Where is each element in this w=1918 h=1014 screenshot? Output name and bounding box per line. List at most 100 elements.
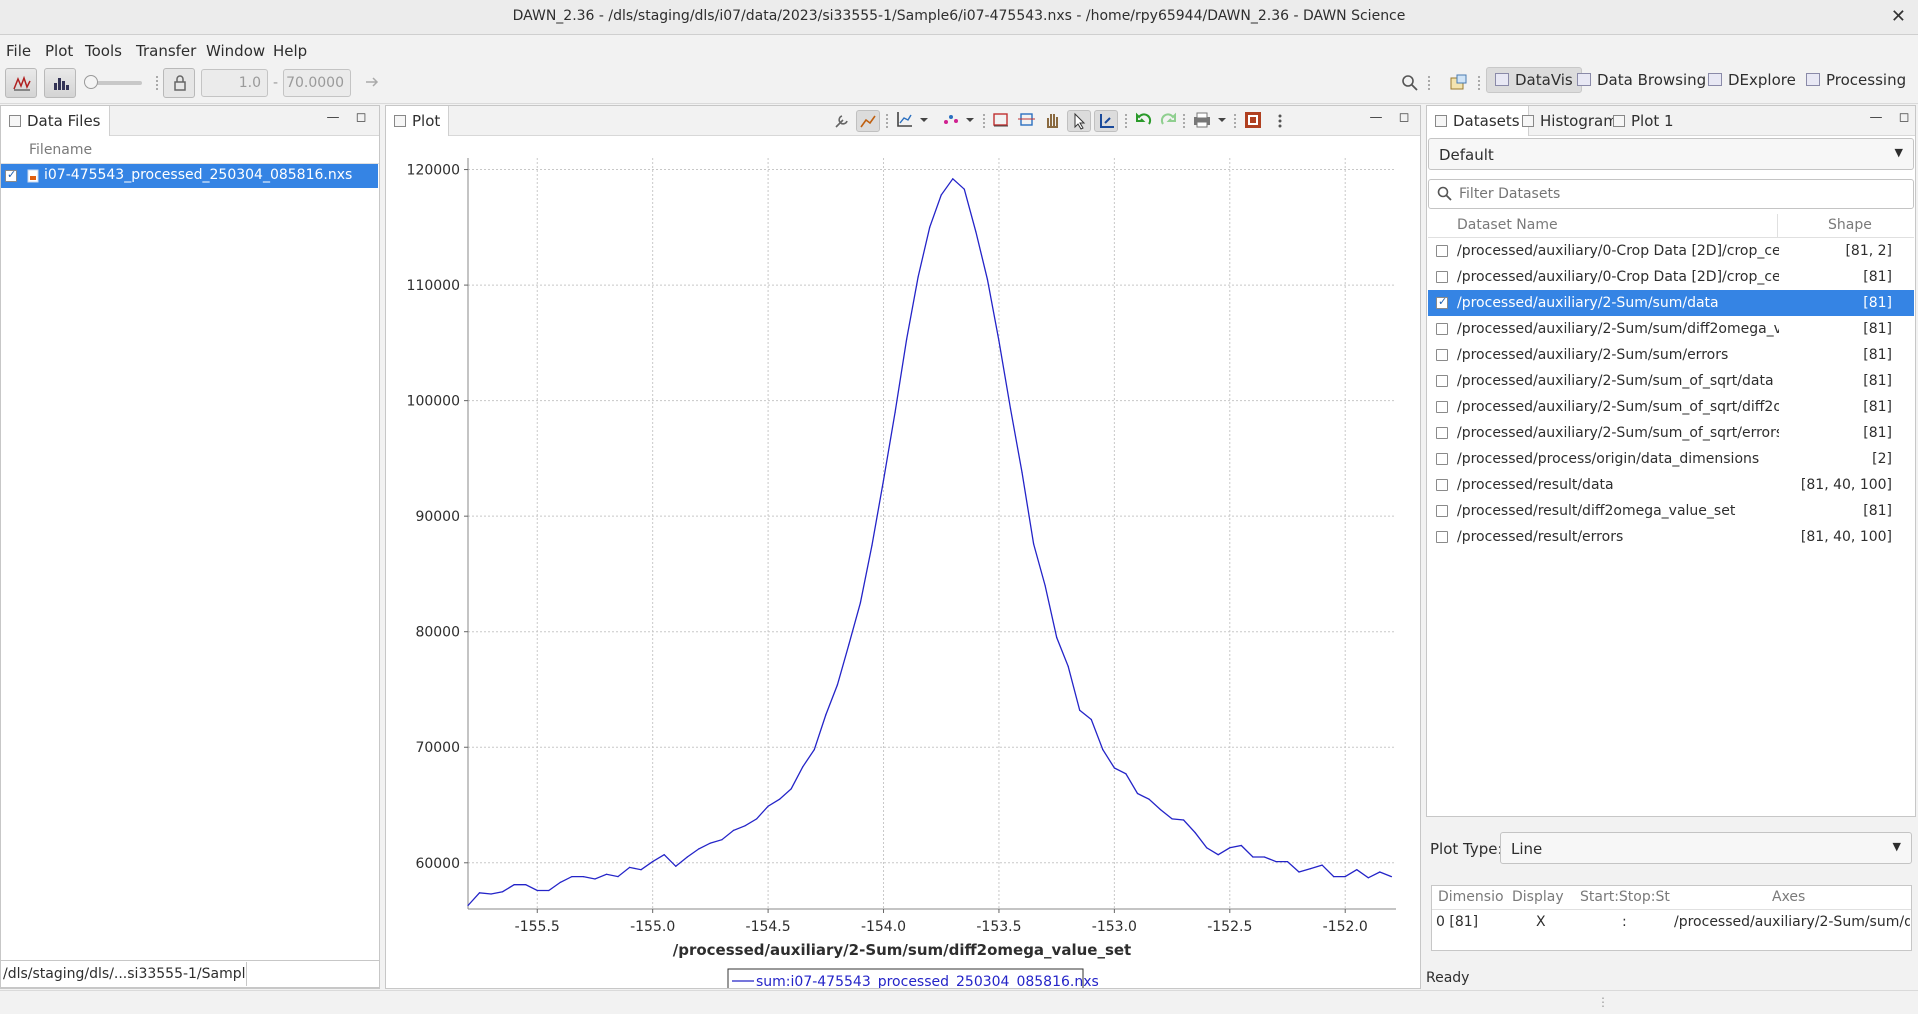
maximize-icon[interactable]: ◻: [354, 111, 368, 126]
lock-button[interactable]: [163, 68, 195, 98]
line-plot-toggle-button[interactable]: [5, 68, 37, 98]
filename-column-header[interactable]: Filename: [29, 142, 92, 164]
dataset-row[interactable]: /processed/result/errors [81, 40, 100]: [1428, 524, 1914, 550]
data-point: [836, 684, 838, 686]
marker-style-icon[interactable]: [941, 110, 977, 134]
data-point: [582, 876, 584, 878]
perspective-dexplore[interactable]: DExplore: [1708, 71, 1796, 89]
dimension-row[interactable]: 0 [81] X : /processed/auxiliary/2-Sum/su…: [1432, 910, 1911, 934]
start-stop-column-header[interactable]: Start:Stop:St: [1580, 889, 1672, 911]
range-max-input[interactable]: 70.0000: [283, 69, 351, 97]
menu-file[interactable]: File: [6, 42, 31, 60]
datasets-panel-header: Datasets Histogram Plot 1 — ◻: [1427, 106, 1915, 136]
slice-slider[interactable]: [84, 75, 142, 89]
dataset-checkbox[interactable]: [1436, 401, 1448, 413]
pointer-icon[interactable]: [1067, 110, 1091, 132]
dataset-checkbox[interactable]: [1436, 505, 1448, 517]
dataset-row[interactable]: /processed/auxiliary/2-Sum/sum/data [81]: [1428, 290, 1914, 316]
data-point: [756, 818, 758, 820]
perspective-processing[interactable]: Processing: [1806, 71, 1906, 89]
zoom-box-icon[interactable]: [991, 110, 1011, 134]
perspective-datavis[interactable]: DataVis: [1486, 67, 1582, 93]
display-column-header[interactable]: Display: [1512, 889, 1564, 911]
menu-transfer[interactable]: Transfer: [136, 42, 196, 60]
axis-selection-icon[interactable]: [1094, 110, 1118, 132]
menu-plot[interactable]: Plot: [45, 42, 73, 60]
axes-column-header[interactable]: Axes: [1772, 889, 1805, 911]
zoom-region-icon[interactable]: [1017, 110, 1037, 134]
path-filter-input[interactable]: [246, 962, 379, 986]
dataset-row[interactable]: /processed/auxiliary/0-Crop Data [2D]/cr…: [1428, 264, 1914, 290]
data-point: [859, 602, 861, 604]
tab-plot[interactable]: Plot: [386, 106, 450, 136]
histogram-toggle-button[interactable]: [44, 68, 76, 98]
dataset-row[interactable]: /processed/auxiliary/2-Sum/sum_of_sqrt/d…: [1428, 394, 1914, 420]
export-image-icon[interactable]: [1243, 110, 1263, 134]
menu-tools[interactable]: Tools: [85, 42, 122, 60]
file-row[interactable]: i07-475543_processed_250304_085816.nxs: [1, 164, 378, 188]
menu-window[interactable]: Window: [206, 42, 265, 60]
print-icon[interactable]: [1192, 110, 1232, 134]
dataset-row[interactable]: /processed/result/diff2omega_value_set [8…: [1428, 498, 1914, 524]
wrench-icon[interactable]: [831, 110, 853, 132]
dataset-checkbox[interactable]: [1436, 375, 1448, 387]
dataset-checkbox[interactable]: [1436, 323, 1448, 335]
perspective-data-browsing[interactable]: Data Browsing: [1577, 71, 1706, 89]
dataset-row[interactable]: /processed/auxiliary/2-Sum/sum_of_sqrt/e…: [1428, 420, 1914, 446]
dataset-row[interactable]: /processed/auxiliary/0-Crop Data [2D]/cr…: [1428, 238, 1914, 264]
data-point: [1379, 871, 1381, 873]
data-point: [1240, 844, 1242, 847]
open-perspective-icon[interactable]: [1450, 74, 1468, 96]
dataset-name-column-header[interactable]: Dataset Name: [1457, 217, 1558, 239]
minimize-icon[interactable]: —: [1869, 111, 1883, 126]
dataset-group-select[interactable]: Default ▼: [1428, 138, 1914, 170]
data-point: [744, 825, 746, 827]
maximize-icon[interactable]: ◻: [1897, 111, 1911, 126]
column-divider: [1777, 214, 1778, 238]
dataset-checkbox[interactable]: [1436, 295, 1448, 309]
apply-range-icon[interactable]: [364, 74, 382, 94]
dataset-row[interactable]: /processed/result/data [81, 40, 100]: [1428, 472, 1914, 498]
dataset-row[interactable]: /processed/auxiliary/2-Sum/sum_of_sqrt/d…: [1428, 368, 1914, 394]
dataset-row[interactable]: /processed/process/origin/data_dimension…: [1428, 446, 1914, 472]
axis-config-icon[interactable]: [895, 110, 931, 134]
slider-handle[interactable]: [84, 75, 98, 89]
dataset-checkbox[interactable]: [1436, 531, 1448, 543]
dataset-row[interactable]: /processed/auxiliary/2-Sum/sum/errors [81…: [1428, 342, 1914, 368]
dataset-checkbox[interactable]: [1436, 271, 1448, 283]
slice-value[interactable]: :: [1622, 914, 1627, 930]
data-point: [721, 839, 723, 841]
dataset-checkbox[interactable]: [1436, 427, 1448, 439]
tab-plot-1[interactable]: Plot 1: [1605, 106, 1682, 136]
tab-data-files[interactable]: Data Files: [1, 106, 110, 136]
plot-type-select[interactable]: Line ▼: [1500, 832, 1912, 864]
fit-tools-icon[interactable]: [856, 110, 880, 132]
shape-column-header[interactable]: Shape: [1828, 217, 1872, 239]
filter-datasets-input[interactable]: [1459, 184, 1899, 204]
dataset-checkbox[interactable]: [1436, 245, 1448, 257]
data-point: [882, 479, 885, 481]
line-chart[interactable]: -155.5 -155.0 -154.5 -154.0 -153.5 -153.0 -152…: [386, 136, 1420, 988]
close-icon[interactable]: ✕: [1891, 6, 1906, 27]
view-menu-icon[interactable]: [1276, 112, 1284, 134]
filter-datasets-field[interactable]: [1428, 179, 1914, 209]
axes-value[interactable]: /processed/auxiliary/2-Sum/sum/diff.: [1674, 914, 1910, 930]
pan-hand-icon[interactable]: [1043, 110, 1063, 134]
dataset-checkbox[interactable]: [1436, 479, 1448, 491]
perspective-data-browsing-label: Data Browsing: [1597, 71, 1707, 89]
dimension-column-header[interactable]: Dimensio: [1438, 889, 1504, 911]
menu-help[interactable]: Help: [273, 42, 307, 60]
y-tick-label: 100000: [407, 394, 460, 410]
minimize-icon[interactable]: —: [326, 111, 340, 126]
dataset-row[interactable]: /processed/auxiliary/2-Sum/sum/diff2omeg…: [1428, 316, 1914, 342]
file-checkbox[interactable]: [5, 168, 17, 182]
undo-icon[interactable]: [1134, 110, 1154, 134]
search-icon[interactable]: [1401, 74, 1419, 96]
dataset-checkbox[interactable]: [1436, 349, 1448, 361]
dataset-checkbox[interactable]: [1436, 453, 1448, 465]
maximize-icon[interactable]: ◻: [1397, 111, 1411, 126]
minimize-icon[interactable]: —: [1369, 111, 1383, 126]
redo-icon[interactable]: [1158, 110, 1178, 134]
display-value[interactable]: X: [1536, 914, 1546, 930]
range-min-input[interactable]: 1.0: [201, 69, 268, 97]
